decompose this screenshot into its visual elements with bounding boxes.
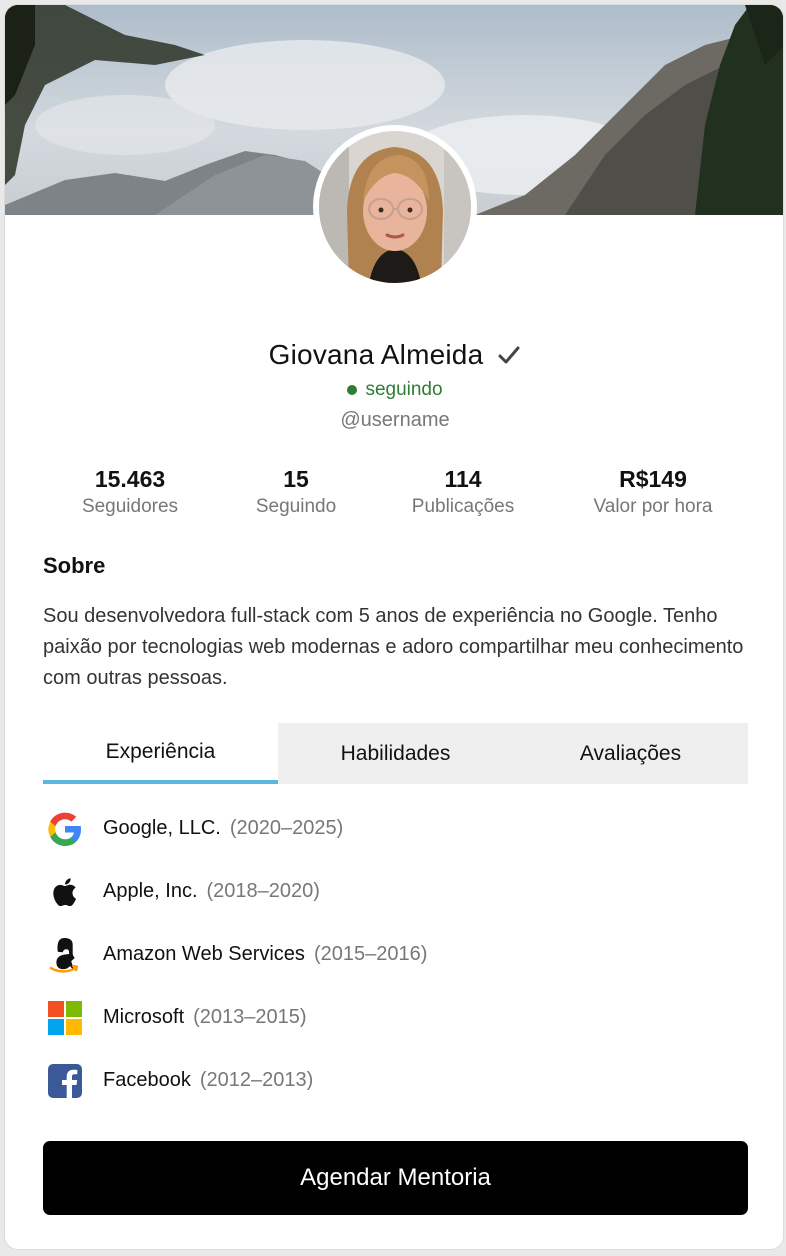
schedule-mentoring-button[interactable]: Agendar Mentoria: [43, 1141, 748, 1215]
follow-status-label: seguindo: [365, 379, 443, 400]
list-item: Google, LLC. (2020–2025): [43, 797, 748, 860]
company-period: (2015–2016): [313, 943, 428, 965]
stat-label: Publicações: [411, 496, 515, 517]
stat-label: Seguidores: [81, 496, 179, 517]
company-name: Apple, Inc.: [103, 880, 198, 902]
company-name: Facebook: [103, 1069, 191, 1091]
list-item: Apple, Inc. (2018–2020): [43, 860, 748, 923]
stat-value: 15.463: [94, 466, 166, 492]
stat-followers[interactable]: 15.463 Seguidores: [55, 465, 205, 521]
about-title: Sobre: [43, 553, 106, 578]
stat-value: 15: [283, 466, 309, 492]
experience-list: Google, LLC. (2020–2025) Apple, Inc. (20…: [43, 797, 748, 1112]
tab-reviews[interactable]: Avaliações: [513, 723, 748, 784]
facebook-logo-icon: [43, 1059, 87, 1103]
microsoft-logo-icon: [43, 996, 87, 1040]
stats-row: 15.463 Seguidores 15 Seguindo 114 Public…: [43, 465, 747, 525]
company-name: Amazon Web Services: [103, 943, 305, 965]
tab-skills[interactable]: Habilidades: [278, 723, 513, 784]
list-item: Facebook (2012–2013): [43, 1049, 748, 1112]
stat-posts[interactable]: 114 Publicações: [383, 465, 543, 521]
profile-card: Giovana Almeida seguindo @username 15.46…: [4, 4, 784, 1250]
list-item: Amazon Web Services (2015–2016): [43, 923, 748, 986]
stat-following[interactable]: 15 Seguindo: [231, 465, 361, 521]
company-period: (2013–2015): [193, 1006, 307, 1028]
profile-name: Giovana Almeida: [268, 339, 484, 370]
status-dot-icon: [347, 385, 358, 395]
company-period: (2012–2013): [199, 1069, 314, 1091]
company-period: (2018–2020): [206, 880, 320, 902]
apple-logo-icon: [43, 870, 87, 914]
stat-label: Valor por hora: [593, 496, 713, 517]
list-item: Microsoft (2013–2015): [43, 986, 748, 1049]
tab-experience[interactable]: Experiência: [43, 723, 278, 784]
amazon-logo-icon: [43, 933, 87, 977]
avatar: [313, 125, 477, 289]
tab-bar: Experiência Habilidades Avaliações: [43, 723, 748, 784]
name-row: Giovana Almeida: [5, 335, 783, 375]
stat-value: 114: [444, 466, 482, 492]
username: @username: [340, 409, 450, 431]
about-text: Sou desenvolvedora full-stack com 5 anos…: [43, 605, 744, 689]
checkmark-icon: [497, 343, 521, 367]
stat-hourly-rate: R$149 Valor por hora: [563, 465, 743, 521]
stat-label: Seguindo: [255, 496, 337, 517]
google-logo-icon: [43, 807, 87, 851]
stat-value: R$149: [619, 466, 687, 492]
company-name: Microsoft: [103, 1006, 185, 1028]
company-period: (2020–2025): [229, 817, 344, 839]
company-name: Google, LLC.: [103, 817, 221, 839]
follow-status[interactable]: seguindo: [5, 377, 783, 403]
